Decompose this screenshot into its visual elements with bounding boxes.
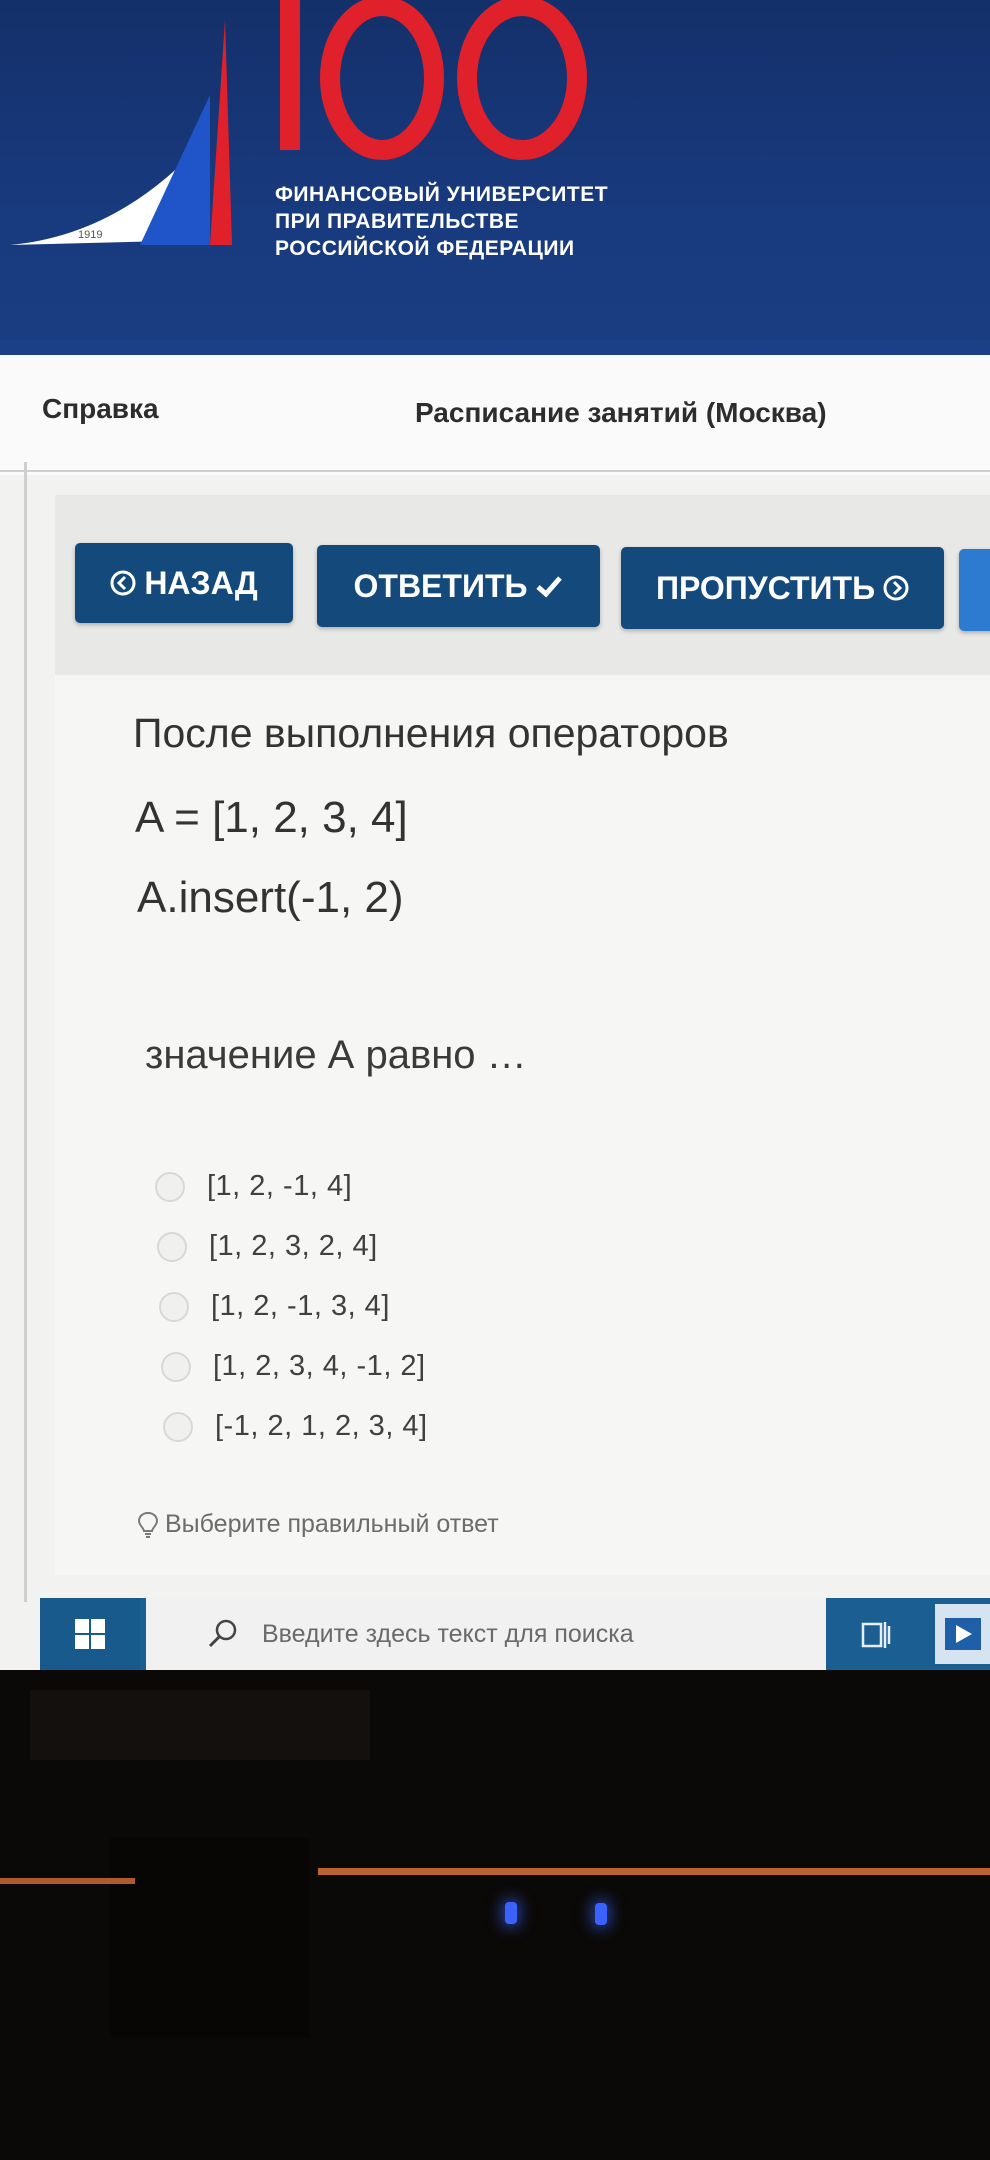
answer-option-2[interactable]: [1, 2, 3, 2, 4] bbox=[157, 1230, 378, 1263]
content-left-border bbox=[24, 462, 27, 1602]
logo-text-line-1: ФИНАНСОВЫЙ УНИВЕРСИТЕТ bbox=[275, 183, 609, 206]
logo-text-line-2: ПРИ ПРАВИТЕЛЬСТВЕ bbox=[275, 210, 519, 233]
nav-help-link[interactable]: Справка bbox=[42, 393, 159, 425]
lightbulb-icon bbox=[137, 1511, 159, 1538]
taskbar-search-box[interactable]: Введите здесь текст для поиска bbox=[146, 1598, 826, 1670]
bezel-stand bbox=[110, 1838, 310, 2038]
question-code-line-2: A.insert(-1, 2) bbox=[137, 873, 404, 922]
header-divider bbox=[0, 340, 990, 355]
circle-right-arrow-icon bbox=[883, 575, 909, 601]
answer-option-label: [1, 2, 3, 4, -1, 2] bbox=[213, 1350, 426, 1382]
university-header: 1919 ФИНАНСОВЫЙ УНИВЕРСИТЕТ ПРИ ПРАВИТЕЛ… bbox=[0, 0, 990, 355]
checkmark-icon bbox=[536, 576, 563, 598]
start-button[interactable] bbox=[40, 1598, 140, 1670]
back-button-label: НАЗАД bbox=[144, 564, 258, 601]
question-card: После выполнения операторов A = [1, 2, 3… bbox=[55, 675, 990, 1575]
answer-button-label: ОТВЕТИТЬ bbox=[353, 567, 528, 604]
logo-100-digits bbox=[280, 0, 587, 160]
university-logo-mark: 1919 bbox=[10, 20, 232, 245]
answer-option-5[interactable]: [-1, 2, 1, 2, 3, 4] bbox=[163, 1410, 428, 1443]
radio-button[interactable] bbox=[157, 1231, 187, 1262]
skip-button[interactable]: ПРОПУСТИТЬ bbox=[621, 547, 944, 629]
task-view-button[interactable] bbox=[846, 1608, 906, 1660]
hint-text: Выберите правильный ответ bbox=[165, 1510, 499, 1538]
bezel-edge-right bbox=[318, 1868, 990, 1875]
search-icon bbox=[208, 1619, 237, 1648]
taskbar-app-button[interactable] bbox=[935, 1604, 990, 1664]
answer-option-label: [1, 2, -1, 3, 4] bbox=[211, 1290, 390, 1322]
question-toolbar: НАЗАД ОТВЕТИТЬ ПРОПУСТИТЬ bbox=[55, 495, 990, 675]
windows-logo-icon bbox=[75, 1619, 105, 1649]
skip-button-label: ПРОПУСТИТЬ bbox=[655, 569, 876, 606]
power-led-icon bbox=[505, 1902, 517, 1924]
radio-button[interactable] bbox=[155, 1171, 185, 1202]
bezel-reflection bbox=[30, 1690, 370, 1760]
radio-button[interactable] bbox=[163, 1411, 193, 1442]
extra-toolbar-button[interactable] bbox=[959, 549, 990, 631]
search-placeholder: Введите здесь текст для поиска bbox=[262, 1619, 634, 1648]
circle-left-arrow-icon bbox=[110, 570, 136, 596]
answer-option-1[interactable]: [1, 2, -1, 4] bbox=[155, 1170, 352, 1203]
answer-hint: Выберите правильный ответ bbox=[137, 1510, 499, 1539]
back-button[interactable]: НАЗАД bbox=[75, 543, 293, 623]
logo-text-line-3: РОССИЙСКОЙ ФЕДЕРАЦИИ bbox=[275, 237, 575, 260]
question-prompt: значение А равно … bbox=[145, 1033, 527, 1077]
answer-option-label: [-1, 2, 1, 2, 3, 4] bbox=[215, 1410, 428, 1442]
question-text-intro: После выполнения операторов bbox=[133, 710, 729, 756]
question-code-line-1: A = [1, 2, 3, 4] bbox=[135, 793, 408, 842]
bezel-edge-left bbox=[0, 1878, 135, 1884]
task-view-icon bbox=[861, 1622, 891, 1648]
status-led-icon bbox=[595, 1903, 607, 1925]
radio-button[interactable] bbox=[159, 1291, 189, 1322]
radio-button[interactable] bbox=[161, 1351, 191, 1382]
nav-divider bbox=[0, 470, 990, 472]
answer-option-label: [1, 2, -1, 4] bbox=[207, 1170, 353, 1202]
answer-button[interactable]: ОТВЕТИТЬ bbox=[317, 545, 600, 627]
answer-option-label: [1, 2, 3, 2, 4] bbox=[209, 1230, 378, 1262]
windows-taskbar: Введите здесь текст для поиска bbox=[40, 1598, 990, 1670]
monitor-screen: 1919 ФИНАНСОВЫЙ УНИВЕРСИТЕТ ПРИ ПРАВИТЕЛ… bbox=[0, 0, 990, 1670]
logo-year: 1919 bbox=[78, 229, 102, 241]
answer-option-3[interactable]: [1, 2, -1, 3, 4] bbox=[159, 1290, 390, 1323]
answer-option-4[interactable]: [1, 2, 3, 4, -1, 2] bbox=[161, 1350, 426, 1383]
nav-schedule-link[interactable]: Расписание занятий (Москва) bbox=[415, 397, 827, 429]
top-navigation: Справка Расписание занятий (Москва) bbox=[0, 355, 990, 475]
media-player-icon bbox=[944, 1618, 981, 1650]
